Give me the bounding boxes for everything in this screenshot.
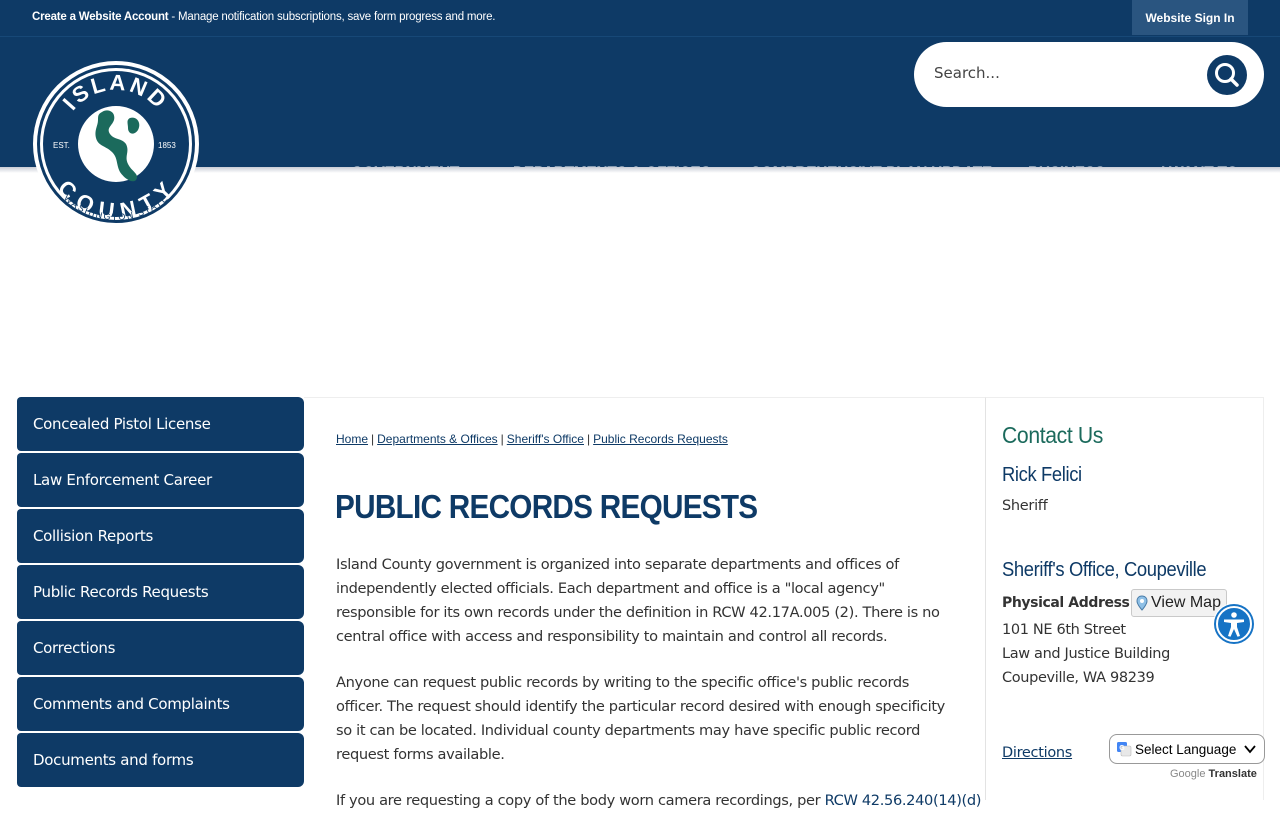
breadcrumb-departments-offices[interactable]: Departments & Offices (377, 432, 498, 446)
sidebar-item-comments-complaints[interactable]: Comments and Complaints (17, 677, 304, 731)
google-wordmark: Google (1170, 768, 1206, 780)
accessibility-button[interactable] (1213, 603, 1255, 645)
body-camera-paragraph: If you are requesting a copy of the body… (336, 789, 982, 813)
search-icon (1215, 63, 1239, 87)
contact-name: Rick Felici (1002, 464, 1082, 486)
powered-by-google-translate[interactable]: Google Translate (1170, 768, 1257, 780)
view-map-label: View Map (1151, 594, 1221, 611)
rcw-link[interactable]: RCW 42.56.240(14)(d) (825, 792, 982, 809)
google-translate-icon: G (1117, 742, 1132, 757)
translate-wordmark: Translate (1208, 768, 1257, 780)
account-promo: Create a Website Account - Manage notifi… (32, 11, 495, 23)
search-box (914, 42, 1264, 107)
directions-link[interactable]: Directions (1002, 745, 1072, 761)
sidebar-item-documents-forms[interactable]: Documents and forms (17, 733, 304, 787)
map-pin-icon (1136, 595, 1148, 611)
contact-heading: Contact Us (1002, 422, 1103, 448)
svg-text:G: G (1119, 745, 1125, 752)
breadcrumb-sheriffs-office[interactable]: Sheriff's Office (507, 432, 584, 446)
language-select-label: Select Language (1135, 741, 1237, 757)
language-select[interactable]: G Select Language (1109, 734, 1265, 764)
address-line-building: Law and Justice Building (1002, 646, 1170, 662)
logo-year-text: 1853 (158, 141, 176, 150)
sidebar-item-law-enforcement-career[interactable]: Law Enforcement Career (17, 453, 304, 507)
sidebar-item-collision-reports[interactable]: Collision Reports (17, 509, 304, 563)
breadcrumb-public-records-requests[interactable]: Public Records Requests (593, 432, 728, 446)
sidebar-nav: Concealed Pistol License Law Enforcement… (17, 397, 304, 789)
sidebar-item-concealed-pistol-license[interactable]: Concealed Pistol License (17, 397, 304, 451)
account-promo-text: - Manage notification subscriptions, sav… (168, 11, 496, 23)
search-input[interactable] (934, 64, 1194, 82)
create-account-link[interactable]: Create a Website Account (32, 11, 169, 23)
request-paragraph: Anyone can request public records by wri… (336, 674, 945, 763)
breadcrumb-home[interactable]: Home (336, 432, 368, 446)
sidebar-item-corrections[interactable]: Corrections (17, 621, 304, 675)
body-camera-text: If you are requesting a copy of the body… (336, 792, 825, 809)
page-title: PUBLIC RECORDS REQUESTS (335, 488, 758, 525)
contact-role: Sheriff (1002, 498, 1048, 514)
accessibility-icon (1214, 604, 1254, 644)
top-utility-bar: Create a Website Account - Manage notifi… (0, 0, 1280, 36)
website-sign-in-button[interactable]: Website Sign In (1132, 0, 1248, 35)
search-button[interactable] (1207, 55, 1247, 95)
sidebar-item-public-records-requests[interactable]: Public Records Requests (17, 565, 304, 619)
chevron-down-icon (1244, 745, 1257, 754)
breadcrumb: Home | Departments & Offices | Sheriff's Off… (336, 432, 728, 446)
intro-paragraph: Island County government is organized in… (336, 556, 940, 645)
physical-address-label: Physical Address (1002, 595, 1130, 611)
office-name: Sheriff's Office, Coupeville (1002, 559, 1207, 581)
main-content: Home | Departments & Offices | Sheriff's Off… (304, 397, 986, 809)
address-line-city: Coupeville, WA 98239 (1002, 670, 1155, 686)
island-county-logo[interactable]: ISLAND COUNTY WASHINGTON STATE EST. 1853 (32, 60, 200, 228)
logo-est-text: EST. (53, 141, 70, 150)
address-line-street: 101 NE 6th Street (1002, 622, 1126, 638)
